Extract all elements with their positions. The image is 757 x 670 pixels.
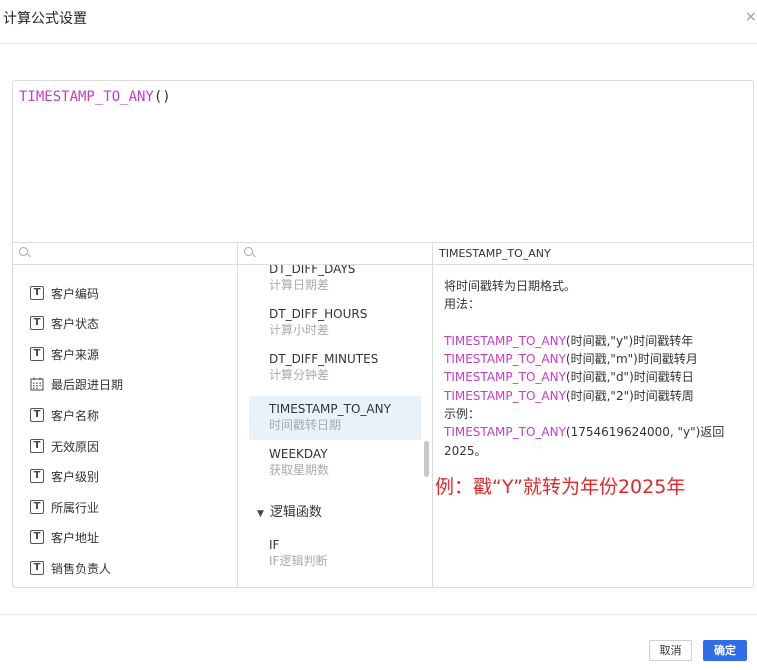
field-label: 客户地址 <box>51 530 100 545</box>
function-desc: IF逻辑判断 <box>269 554 328 568</box>
formula-text: TIMESTAMP_TO_ANY() <box>19 87 747 107</box>
field-label: 客户状态 <box>51 316 100 331</box>
function-list-scrollbar[interactable] <box>424 441 429 477</box>
function-item[interactable]: IF IF逻辑判断 <box>249 532 421 576</box>
usage-line: TIMESTAMP_TO_ANY(时间戳,"d")时间戳转日 <box>444 368 753 386</box>
function-name: TIMESTAMP_TO_ANY <box>269 402 391 416</box>
function-item[interactable]: DT_DIFF_DAYS 计算日期差 <box>249 265 421 300</box>
field-label: 客户编码 <box>51 286 100 301</box>
usage-rest: (时间戳,"m")时间戳转月 <box>565 352 698 367</box>
field-item[interactable]: T 所属行业 <box>30 497 99 517</box>
usage-rest: (时间戳,"2")时间戳转周 <box>565 388 694 403</box>
field-label: 最后跟进日期 <box>51 377 124 392</box>
search-icon <box>19 247 28 256</box>
formula-parens: () <box>153 89 171 105</box>
field-item[interactable]: T 客户来源 <box>30 344 99 364</box>
usage-line: TIMESTAMP_TO_ANY(时间戳,"y")时间戳转年 <box>444 332 753 350</box>
text-field-icon: T <box>30 469 44 483</box>
annotation-text: 例：戳“Y”就转为年份2025年 <box>435 476 686 498</box>
text-field-icon: T <box>30 530 44 544</box>
detail-title: TIMESTAMP_TO_ANY <box>433 243 753 265</box>
example-fn: TIMESTAMP_TO_ANY <box>444 425 566 440</box>
usage-line: TIMESTAMP_TO_ANY(时间戳,"2")时间戳转周 <box>444 387 753 405</box>
function-name: DT_DIFF_DAYS <box>269 265 356 276</box>
function-search <box>238 243 432 265</box>
search-icon <box>244 247 253 256</box>
formula-function: TIMESTAMP_TO_ANY <box>19 89 154 105</box>
field-item[interactable]: T 客户名称 <box>30 405 99 425</box>
field-item[interactable]: T 客户级别 <box>30 466 99 486</box>
text-field-icon: T <box>30 500 44 514</box>
text-field-icon: T <box>30 561 44 575</box>
function-name: IF <box>269 538 280 552</box>
field-item[interactable]: T 客户地址 <box>30 527 99 547</box>
text-field-icon: T <box>30 408 44 422</box>
field-search-input[interactable] <box>31 245 201 262</box>
field-item[interactable]: T 客户状态 <box>30 313 99 333</box>
function-group-logic[interactable]: ▼ 逻辑函数 <box>257 501 322 520</box>
formula-panel: TIMESTAMP_TO_ANY() T 客户编码 T 客户状态 T 客户来源 最后跟… <box>12 80 754 588</box>
close-icon[interactable]: × <box>745 7 757 27</box>
function-list: DT_DIFF_DAYS 计算日期差 DT_DIFF_HOURS 计算小时差 DT_… <box>238 265 432 586</box>
function-desc: 获取星期数 <box>269 463 330 477</box>
formula-editor[interactable]: TIMESTAMP_TO_ANY() <box>13 81 753 243</box>
detail-body: 将时间戳转为日期格式。 用法： TIMESTAMP_TO_ANY(时间戳,"y"… <box>433 265 753 460</box>
text-field-icon: T <box>30 439 44 453</box>
usage-fn: TIMESTAMP_TO_ANY <box>444 333 566 348</box>
usage-rest: (时间戳,"y")时间戳转年 <box>565 333 694 348</box>
detail-usage-label: 用法： <box>444 297 481 312</box>
field-list-column: T 客户编码 T 客户状态 T 客户来源 最后跟进日期 T 客户名称 T 无效原因 T 客户… <box>13 243 238 587</box>
field-label: 客户级别 <box>51 469 100 484</box>
usage-fn: TIMESTAMP_TO_ANY <box>444 370 566 385</box>
field-item[interactable]: T 无效原因 <box>30 436 99 456</box>
header-divider <box>0 43 757 44</box>
caret-down-icon: ▼ <box>257 509 264 519</box>
example-label: 示例： <box>444 407 481 422</box>
calendar-field-icon <box>30 377 44 391</box>
function-name: WEEKDAY <box>269 447 328 461</box>
function-item[interactable]: DT_DIFF_HOURS 计算小时差 <box>249 301 421 345</box>
function-search-input[interactable] <box>256 245 426 262</box>
example-line: TIMESTAMP_TO_ANY(1754619624000, "y")返回 <box>444 423 753 441</box>
function-item[interactable]: WEEKDAY 获取星期数 <box>249 441 421 485</box>
text-field-icon: T <box>30 316 44 330</box>
text-field-icon: T <box>30 347 44 361</box>
example-rest: (1754619624000, "y")返回 <box>565 425 725 440</box>
usage-rest: (时间戳,"d")时间戳转日 <box>565 370 694 385</box>
field-label: 所属行业 <box>51 500 100 515</box>
function-item-selected[interactable]: TIMESTAMP_TO_ANY 时间戳转日期 <box>249 396 421 440</box>
text-field-icon: T <box>30 286 44 300</box>
field-list: T 客户编码 T 客户状态 T 客户来源 最后跟进日期 T 客户名称 T 无效原因 T 客户… <box>13 265 237 586</box>
function-desc: 计算分钟差 <box>269 368 330 382</box>
function-item[interactable]: DT_DIFF_MINUTES 计算分钟差 <box>249 346 421 390</box>
field-item[interactable]: T 销售负责人 <box>30 558 111 578</box>
dialog-title: 计算公式设置 <box>3 11 87 27</box>
field-label: 客户来源 <box>51 347 100 362</box>
cancel-button[interactable]: 取消 <box>649 640 692 661</box>
footer-divider <box>0 614 757 615</box>
field-item[interactable]: T 客户编码 <box>30 283 99 303</box>
group-label: 逻辑函数 <box>269 505 322 520</box>
function-desc: 计算小时差 <box>269 323 330 337</box>
field-label: 销售负责人 <box>51 561 112 576</box>
field-search <box>13 243 237 265</box>
usage-fn: TIMESTAMP_TO_ANY <box>444 352 566 367</box>
function-name: DT_DIFF_HOURS <box>269 307 368 321</box>
function-desc: 时间戳转日期 <box>269 418 342 432</box>
function-name: DT_DIFF_MINUTES <box>269 352 379 366</box>
usage-fn: TIMESTAMP_TO_ANY <box>444 388 566 403</box>
usage-line: TIMESTAMP_TO_ANY(时间戳,"m")时间戳转月 <box>444 350 753 368</box>
function-list-column: DT_DIFF_DAYS 计算日期差 DT_DIFF_HOURS 计算小时差 DT_… <box>238 243 433 587</box>
function-desc: 计算日期差 <box>269 278 330 292</box>
field-label: 无效原因 <box>51 439 100 454</box>
confirm-button[interactable]: 确定 <box>703 640 747 661</box>
field-label: 客户名称 <box>51 408 100 423</box>
field-item[interactable]: 最后跟进日期 <box>30 374 123 394</box>
function-detail-column: TIMESTAMP_TO_ANY 将时间戳转为日期格式。 用法： TIMESTA… <box>433 243 753 587</box>
detail-intro: 将时间戳转为日期格式。 <box>444 279 577 293</box>
example-result: 2025。 <box>444 443 487 458</box>
